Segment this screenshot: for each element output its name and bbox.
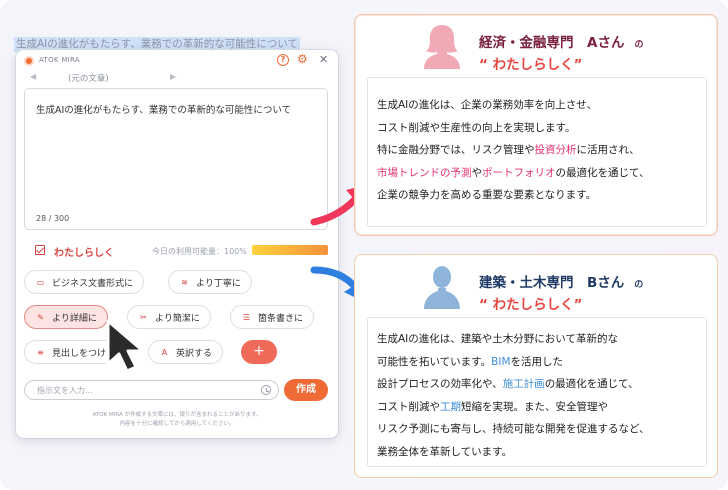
history-icon[interactable] [261,385,271,395]
text-span: コスト削減や [377,400,440,413]
more-detailed-button[interactable]: ✎ より詳細に [24,305,108,329]
gear-icon[interactable]: ⚙ [297,52,308,66]
help-icon[interactable]: ? [277,54,289,66]
chevron-left-icon[interactable]: ◀ [30,72,36,81]
text-editor[interactable]: 生成AIの進化がもたらす、業務での革新的な可能性について 28 / 300 [24,88,328,230]
usage-label: 今日の利用可能量：100% [152,247,247,256]
logo-icon [24,56,34,66]
card-line: コスト削減や生産性の向上を実現します。 [377,121,576,134]
card-line: 設計プロセスの効率化や、施工計画の最適化を通じて、 [377,373,706,396]
card-title-no: の [634,40,644,50]
add-heading-button[interactable]: ≡ 見出しをつけ [24,340,118,364]
card-line: 特に金融分野では、リスク管理や投資分析に活用され、 [377,139,706,162]
disclaimer-line: ATOK MIRA が作成する文章には、誤りが含まれることがあります。 [92,412,262,418]
card-line: リスク予測にも寄与し、持続可能な開発を促進するなど、 [377,423,650,435]
card-title-text: 経済・金融専門 Aさん [479,35,625,51]
hands-icon: ≋ [181,277,188,287]
text-span: や [471,166,483,179]
text-span: 可能性を拓いています。 [377,355,492,368]
text-span: 短縮を実現。また、安全管理や [461,400,608,413]
highlight-term: BIM [491,355,511,368]
style-label: わたしらしく [54,248,114,259]
bullet-list-button[interactable]: ☰ 箇条書きに [230,305,315,329]
cursor-icon [106,319,145,373]
editor-text: 生成AIの進化がもたらす、業務での革新的な可能性について [36,105,292,116]
card-body: 生成AIの進化は、建築や土木分野において革新的な 可能性を拓いています。BIMを… [367,317,707,467]
card-line: 業務全体を革新しています。 [377,445,513,458]
person-icon [424,25,460,69]
button-label: より詳細に [52,313,97,324]
button-label: 見出しをつけ [52,348,107,359]
text-span: の最適化を通じて、 [544,378,639,390]
button-label: 英訳する [176,348,213,359]
disclaimer-line: 内容を十分に確認してから適用してください。 [119,421,235,427]
usage-bar [252,245,328,255]
card-line: 可能性を拓いています。BIMを活用した [377,351,706,374]
button-label: より丁寧に [196,278,241,289]
pen-icon: ✎ [37,312,44,322]
highlight-term: 施工計画 [502,378,545,390]
highlight-term: ポートフォリオ [482,166,556,179]
card-title: 建築・土木専門 Bさんの [479,271,643,291]
card-line: 市場トレンドの予測やポートフォリオの最適化を通じて、 [377,162,706,185]
version-label: (元の文章) [68,74,109,84]
card-line: コスト削減や工期短縮を実現。また、安全管理や [377,396,706,419]
app-title: ATOK MIRA [39,56,81,64]
button-label: 箇条書きに [258,313,304,324]
card-line: 生成AIの進化は、企業の業務効率を向上させ、 [377,99,598,111]
text-span: 設計プロセスの効率化や、 [377,378,503,390]
instruction-placeholder: 指示文を入力... [37,386,93,395]
card-line: 企業の競争力を高める重要な要素となります。 [377,189,597,201]
text-span: の最適化を通じて、 [555,166,650,179]
card-title-no: の [634,280,644,290]
char-count: 28 / 300 [36,214,70,223]
window-titlebar: ATOK MIRA ? ⚙ ✕ [16,50,338,72]
button-label: より簡潔に [155,313,200,324]
disclaimer: ATOK MIRA が作成する文章には、誤りが含まれることがあります。 内容を十… [16,411,338,429]
heading-icon: ≡ [37,347,44,357]
text-span: に活用され、 [576,144,640,156]
card-style-label: “ わたしらしく” [479,57,583,73]
persona-card-b: 建築・土木専門 Bさんの “ わたしらしく” 生成AIの進化は、建築や土木分野に… [354,254,718,478]
style-checkbox[interactable] [35,245,45,255]
highlight-term: 市場トレンドの予測 [377,166,472,179]
card-title-text: 建築・土木専門 Bさん [479,275,625,291]
business-format-button[interactable]: ▭ ビジネス文書形式に [24,270,145,294]
highlight-term: 投資分析 [534,144,577,156]
list-icon: ☰ [242,312,251,322]
person-icon [424,266,460,309]
atok-mira-window: ATOK MIRA ? ⚙ ✕ ◀ (元の文章) ▶ 生成AIの進化がもたらす、… [16,50,338,438]
close-icon[interactable]: ✕ [319,53,328,66]
briefcase-icon: ▭ [36,277,45,287]
text-span: を活用した [510,355,564,368]
text-span: 特に金融分野では、リスク管理や [377,144,535,156]
card-title: 経済・金融専門 Aさんの [479,31,643,51]
card-body: 生成AIの進化は、企業の業務効率を向上させ、 コスト削減や生産性の向上を実現しま… [367,77,707,227]
button-label: ビジネス文書形式に [52,278,134,289]
instruction-input[interactable]: 指示文を入力... [24,380,279,400]
persona-card-a: 経済・金融専門 Aさんの “ わたしらしく” 生成AIの進化は、企業の業務効率を… [354,14,718,236]
card-style-label: “ わたしらしく” [479,297,583,313]
chevron-right-icon[interactable]: ▶ [170,72,176,81]
stage: 生成AIの進化がもたらす、業務での革新的な可能性について ATOK MIRA ?… [0,0,728,490]
create-button[interactable]: 作成 [284,379,328,401]
more-polite-button[interactable]: ≋ より丁寧に [168,270,252,294]
add-button[interactable]: + [241,340,277,364]
card-line: 生成AIの進化は、建築や土木分野において革新的な [377,333,618,345]
highlight-term: 工期 [440,400,461,413]
